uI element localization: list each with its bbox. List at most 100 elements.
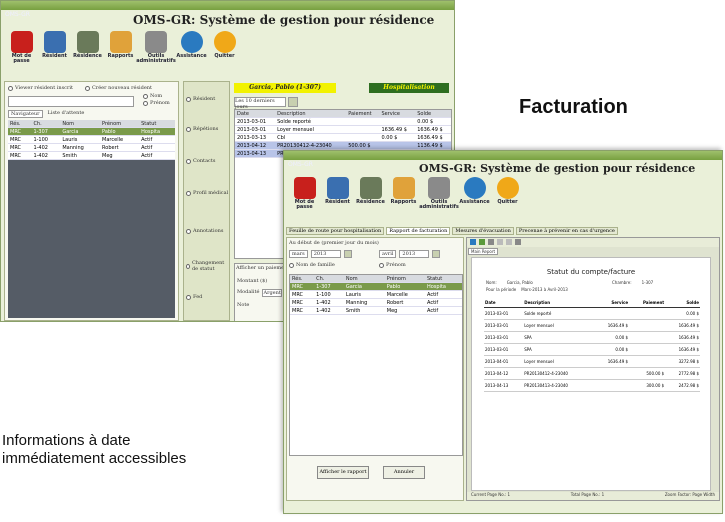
table-cell: Pablo bbox=[100, 127, 140, 136]
lock-icon bbox=[10, 31, 33, 53]
table-cell: MRC bbox=[8, 127, 32, 136]
create-resident-radio[interactable] bbox=[85, 85, 90, 91]
to-year-select[interactable]: 2013 bbox=[399, 250, 430, 258]
nav-item-4[interactable]: Annotations bbox=[186, 228, 229, 234]
key-icon bbox=[213, 31, 236, 53]
table-row[interactable]: MRC 1-100 Lauris Marcelle Actif bbox=[8, 135, 175, 144]
view-registered-radio[interactable] bbox=[8, 85, 13, 91]
report-column-header: Description bbox=[523, 298, 595, 308]
toolbar-button-5[interactable]: Assistance bbox=[458, 177, 491, 210]
tab-waitlist[interactable]: Liste d'attente bbox=[46, 110, 87, 118]
resident-table: Rés. Ch. Nom Prénom Statut MRC 1-307 Garcia Pabl… bbox=[8, 120, 175, 160]
nav-radio[interactable] bbox=[186, 158, 191, 164]
table-row[interactable]: MRC 1-307 Garcia Pablo Hospita bbox=[8, 127, 175, 136]
to-month-select[interactable]: avril bbox=[379, 250, 397, 258]
table-cell: Hospita bbox=[139, 127, 175, 136]
ledger-row[interactable]: 2013-03-01 Solde reporté 0.00 $ bbox=[235, 117, 451, 126]
toolbar-button-label: Résidence bbox=[73, 53, 102, 59]
nav-item-0[interactable]: Résident bbox=[186, 96, 229, 102]
prev-page-icon[interactable] bbox=[497, 239, 503, 245]
toolbar-button-3[interactable]: Rapports bbox=[104, 31, 137, 64]
from-calendar-icon[interactable] bbox=[343, 250, 352, 258]
table-row[interactable]: MRC 1-307 Garcia Pablo Hospita bbox=[290, 282, 462, 291]
nav-radio[interactable] bbox=[186, 294, 191, 300]
report-cell: 1636.49 $ bbox=[594, 355, 630, 368]
sort-name-radio[interactable] bbox=[143, 93, 148, 99]
next-page-icon[interactable] bbox=[506, 239, 512, 245]
toolbar-button-1[interactable]: Résident bbox=[38, 31, 71, 64]
toolbar-button-0[interactable]: Mot de passe bbox=[288, 177, 321, 210]
ledger-cell: Cbl bbox=[275, 133, 347, 142]
ledger-cell: 1636.49 $ bbox=[415, 133, 451, 142]
nav-item-6[interactable]: Fed bbox=[186, 294, 229, 300]
report-tab-3[interactable]: Precenae à prévenir en cas d'urgence bbox=[515, 227, 618, 235]
toolbar-button-5[interactable]: Assistance bbox=[175, 31, 208, 64]
ledger-cell: Solde reporté bbox=[275, 117, 347, 126]
toolbar-button-0[interactable]: Mot de passe bbox=[5, 31, 38, 64]
report-tab-2[interactable]: Mesures d'évacuation bbox=[452, 227, 514, 235]
table-row[interactable]: MRC 1-402 Manning Robert Actif bbox=[8, 143, 175, 152]
table-row[interactable]: MRC 1-402 Manning Robert Actif bbox=[290, 298, 462, 307]
toolbar-button-3[interactable]: Rapports bbox=[387, 177, 420, 210]
table-cell: Manning bbox=[343, 298, 385, 307]
to-calendar-icon[interactable] bbox=[432, 250, 441, 258]
ledger-cell: 2013-03-13 bbox=[235, 133, 276, 142]
table-row[interactable]: MRC 1-402 Smith Meg Actif bbox=[8, 151, 175, 160]
nav-item-2[interactable]: Contacts bbox=[186, 158, 229, 164]
method-select[interactable]: Argent bbox=[262, 289, 282, 297]
caption-note: Informations à date immédiatement access… bbox=[2, 432, 186, 468]
period-dropdown-icon[interactable] bbox=[288, 97, 298, 107]
report-tab-1[interactable]: Rapport de facturation bbox=[386, 227, 451, 235]
nav-label: Fed bbox=[193, 294, 203, 300]
tab-navigator[interactable]: Navigateur bbox=[8, 110, 43, 118]
report-tab-0[interactable]: Feuille de route pour hospitalisation bbox=[286, 227, 385, 235]
table-cell: 1-307 bbox=[314, 282, 344, 291]
zoom-icon[interactable] bbox=[515, 239, 521, 245]
report-cell: 0.00 $ bbox=[594, 331, 630, 344]
from-year-select[interactable]: 2013 bbox=[310, 250, 341, 258]
table-cell: Actif bbox=[139, 135, 175, 144]
building-icon bbox=[359, 177, 382, 199]
export-icon[interactable] bbox=[479, 239, 485, 245]
nav-radio[interactable] bbox=[186, 96, 191, 102]
ledger-row[interactable]: 2013-03-01 Loyer mensuel 1636.49 $1636.49 … bbox=[235, 125, 451, 134]
nav-radio[interactable] bbox=[186, 126, 191, 132]
cancel-button[interactable]: Annuler bbox=[383, 466, 425, 479]
toolbar-button-2[interactable]: Résidence bbox=[71, 31, 104, 64]
ledger-row[interactable]: 2013-03-13 Cbl 0.00 $1636.49 $ bbox=[235, 133, 451, 142]
nav-radio[interactable] bbox=[186, 263, 190, 269]
print-icon[interactable] bbox=[470, 239, 476, 245]
toolbar-button-2[interactable]: Résidence bbox=[354, 177, 387, 210]
column-header: Nom bbox=[60, 120, 101, 128]
table-header: Rés. Ch. Nom Prénom Statut bbox=[290, 275, 462, 283]
nav-item-3[interactable]: Profil médical bbox=[186, 190, 229, 196]
toolbar-button-4[interactable]: Outils administratifs bbox=[136, 31, 176, 64]
title-bar-front: OMS-GR bbox=[284, 151, 722, 168]
ledger-cell: PR20130412-4-23040 bbox=[275, 141, 347, 150]
sort-first-radio[interactable] bbox=[143, 100, 148, 106]
toolbar-button-1[interactable]: Résident bbox=[321, 177, 354, 210]
refresh-icon[interactable] bbox=[488, 239, 494, 245]
show-report-button[interactable]: Afficher le rapport bbox=[317, 466, 369, 479]
family-name-radio[interactable] bbox=[289, 262, 294, 268]
period-select[interactable]: Les 10 derniers jours bbox=[234, 97, 286, 110]
table-row[interactable]: MRC 1-100 Lauris Marcelle Actif bbox=[290, 290, 462, 299]
report-cell: 1636.49 $ bbox=[665, 343, 700, 356]
nav-item-5[interactable]: Changement de statut bbox=[186, 260, 229, 272]
table-cell: Robert bbox=[384, 298, 425, 307]
search-input[interactable] bbox=[8, 96, 134, 107]
ledger-row[interactable]: 2013-04-12 PR20130412-4-23040 500.00 $ 1136… bbox=[235, 141, 451, 150]
toolbar-button-6[interactable]: Quitter bbox=[491, 177, 524, 210]
toolbar-button-6[interactable]: Quitter bbox=[208, 31, 241, 64]
toolbar-button-label: Résidence bbox=[356, 199, 385, 205]
from-month-select[interactable]: mars bbox=[289, 250, 308, 258]
report-row: 2013-04-01 Loyer mensuel 1636.49 $ 3272.98 … bbox=[484, 355, 700, 368]
nav-radio[interactable] bbox=[186, 228, 191, 234]
nav-item-1[interactable]: Répétions bbox=[186, 126, 229, 132]
toolbar-button-4[interactable]: Outils administratifs bbox=[419, 177, 459, 210]
table-row[interactable]: MRC 1-402 Smith Meg Actif bbox=[290, 306, 462, 315]
nav-radio[interactable] bbox=[186, 190, 191, 196]
report-cell: 3272.98 $ bbox=[665, 355, 700, 368]
main-report-tab[interactable]: Main Report bbox=[468, 248, 499, 255]
first-name-radio[interactable] bbox=[379, 262, 384, 268]
